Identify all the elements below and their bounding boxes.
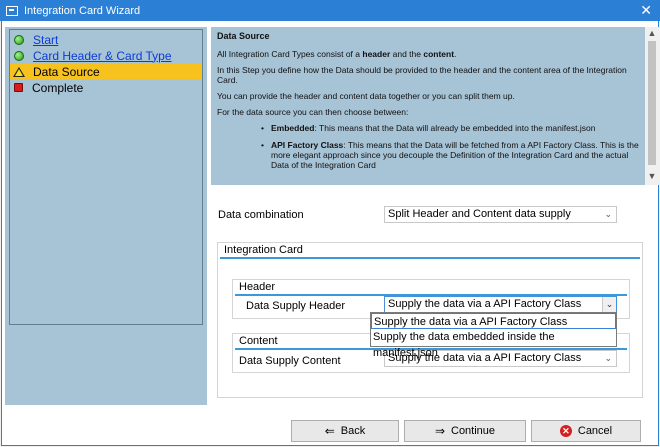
info-bullet-embedded: Embedded: This means that the Data will … (261, 123, 639, 133)
green-dot-icon (14, 50, 24, 61)
step-label-card-header[interactable]: Card Header & Card Type (33, 49, 172, 63)
info-panel: Data Source All Integration Card Types c… (211, 27, 645, 185)
data-supply-header-value: Supply the data via a API Factory Class (388, 298, 582, 310)
steps-list: Start Card Header & Card Type Data Sourc… (9, 29, 203, 325)
integration-card-title: Integration Card (224, 244, 303, 256)
data-combination-label: Data combination (218, 209, 304, 221)
window-title: Integration Card Wizard (24, 4, 141, 17)
steps-panel: Start Card Header & Card Type Data Sourc… (5, 27, 207, 405)
scrollbar-thumb[interactable] (648, 41, 656, 165)
chevron-down-icon[interactable]: ⌄ (602, 297, 616, 312)
scroll-up-icon[interactable]: ▲ (645, 28, 659, 38)
red-square-icon (14, 83, 23, 92)
back-icon: ⇐ (324, 424, 335, 438)
chevron-down-icon: ⌄ (604, 209, 612, 219)
data-supply-header-label: Data Supply Header (246, 300, 346, 312)
step-data-source[interactable]: Data Source (10, 64, 202, 79)
info-paragraph-3: You can provide the header and content d… (217, 91, 515, 101)
continue-label: Continue (451, 425, 496, 437)
dropdown-option[interactable]: Supply the data embedded inside the mani… (371, 329, 616, 359)
step-label-data-source: Data Source (33, 64, 100, 79)
info-scrollbar[interactable]: ▲ ▼ (645, 27, 659, 185)
wizard-body: Start Card Header & Card Type Data Sourc… (1, 21, 659, 446)
green-dot-icon (14, 34, 24, 45)
info-paragraph-2: In this Step you define how the Data sho… (217, 65, 627, 85)
data-supply-header-select[interactable]: Supply the data via a API Factory Class … (384, 296, 617, 313)
step-card-header[interactable]: Card Header & Card Type (10, 48, 202, 63)
scroll-down-icon[interactable]: ▼ (645, 171, 659, 181)
info-paragraph-1: All Integration Card Types consist of a … (217, 49, 457, 59)
continue-button[interactable]: ⇒ Continue (404, 420, 526, 442)
step-complete[interactable]: Complete (10, 80, 202, 95)
window-icon (6, 5, 18, 16)
cancel-button[interactable]: ✕ Cancel (531, 420, 641, 442)
cancel-icon: ✕ (559, 425, 572, 437)
continue-icon: ⇒ (434, 424, 445, 438)
back-button[interactable]: ⇐ Back (291, 420, 399, 442)
chevron-down-icon: ⌄ (604, 353, 612, 363)
header-group-title: Header (239, 281, 276, 293)
warning-icon (13, 66, 25, 77)
info-paragraph-4: For the data source you can then choose … (217, 107, 409, 117)
info-bullets: Embedded: This means that the Data will … (261, 123, 639, 170)
step-label-start[interactable]: Start (33, 33, 58, 47)
close-icon[interactable]: ✕ (640, 2, 652, 18)
data-combination-select[interactable]: Split Header and Content data supply ⌄ (384, 206, 617, 223)
info-heading: Data Source (217, 31, 270, 41)
title-bar: Integration Card Wizard ✕ (0, 0, 660, 21)
dropdown-option[interactable]: Supply the data via a API Factory Class (371, 313, 616, 329)
step-start[interactable]: Start (10, 32, 202, 47)
divider (220, 257, 640, 259)
data-combination-value: Split Header and Content data supply (388, 208, 571, 220)
cancel-label: Cancel (577, 425, 613, 437)
content-group-title: Content (239, 335, 278, 347)
header-options-dropdown: Supply the data via a API Factory Class … (370, 312, 617, 359)
step-label-complete: Complete (32, 80, 84, 95)
info-bullet-api-factory: API Factory Class: This means that the D… (261, 140, 639, 170)
back-label: Back (340, 425, 366, 437)
data-supply-content-label: Data Supply Content (239, 355, 341, 367)
